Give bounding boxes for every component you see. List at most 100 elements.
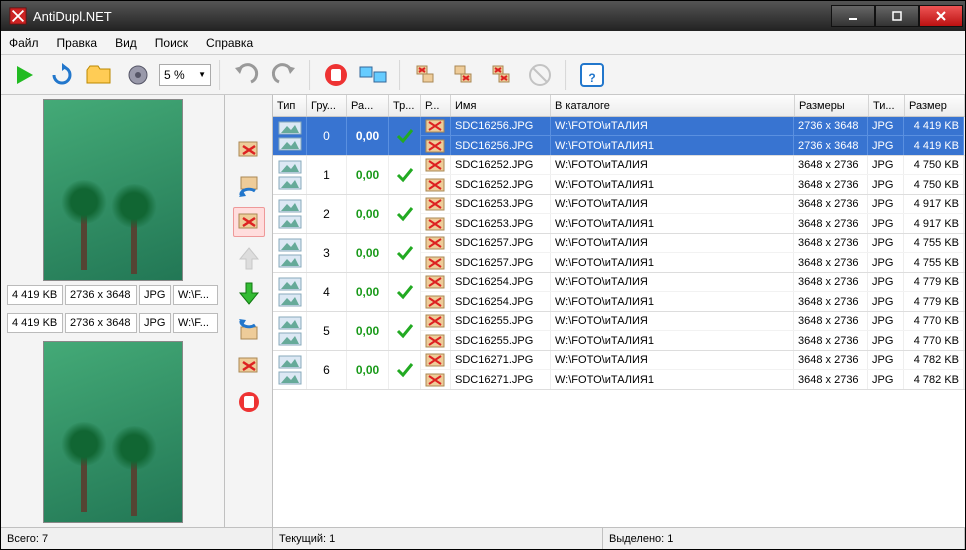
table-row[interactable]: 6 0,00 SDC16271.JPG W:\FOTO\иТАЛИЯ 3648 … — [273, 351, 965, 390]
check-icon — [389, 312, 421, 350]
table-row[interactable]: 2 0,00 SDC16253.JPG W:\FOTO\иТАЛИЯ 3648 … — [273, 195, 965, 234]
stop-button[interactable] — [319, 58, 353, 92]
toolbar-separator — [219, 60, 221, 90]
col-tr[interactable]: Тр... — [389, 95, 421, 116]
compare-button[interactable] — [357, 58, 391, 92]
titlebar[interactable]: AntiDupl.NET — [1, 1, 965, 31]
rename-first-icon[interactable] — [233, 171, 265, 201]
cell-dims: 3648 x 2736 — [794, 156, 868, 174]
arrow-up-icon[interactable] — [233, 243, 265, 273]
cell-folder: W:\FOTO\иТАЛИЯ — [551, 312, 794, 330]
thumb-icon — [421, 175, 451, 194]
col-group[interactable]: Гру... — [307, 95, 347, 116]
preview-image-bottom[interactable] — [43, 341, 183, 523]
maximize-button[interactable] — [875, 5, 919, 27]
table-row[interactable]: 0 0,00 SDC16256.JPG W:\FOTO\иТАЛИЯ 2736 … — [273, 117, 965, 156]
status-total: Всего: 7 — [1, 528, 273, 549]
thumb-icon — [421, 136, 451, 155]
delete-both-button[interactable] — [485, 58, 519, 92]
cell-name: SDC16255.JPG — [451, 331, 551, 350]
cell-name: SDC16256.JPG — [451, 136, 551, 155]
arrow-down-icon[interactable] — [233, 279, 265, 309]
refresh-button[interactable] — [45, 58, 79, 92]
settings-button[interactable] — [121, 58, 155, 92]
delete-first-button[interactable] — [409, 58, 443, 92]
stop-action-icon[interactable] — [233, 387, 265, 417]
delete-both-icon[interactable] — [233, 207, 265, 237]
delete-first-icon[interactable] — [233, 135, 265, 165]
toolbar-separator — [399, 60, 401, 90]
grid-header: Тип Гру... Ра... Тр... Р... Имя В катало… — [273, 95, 965, 117]
cell-name: SDC16257.JPG — [451, 234, 551, 252]
cell-diff: 0,00 — [347, 351, 389, 389]
cell-name: SDC16253.JPG — [451, 195, 551, 213]
threshold-combo[interactable]: 5 %▼ — [159, 64, 211, 86]
table-row[interactable]: 4 0,00 SDC16254.JPG W:\FOTO\иТАЛИЯ 3648 … — [273, 273, 965, 312]
cell-size: 4 770 KB — [904, 312, 964, 330]
cell-size: 4 782 KB — [904, 351, 964, 369]
cell-diff: 0,00 — [347, 117, 389, 155]
undo-button[interactable] — [229, 58, 263, 92]
menu-help[interactable]: Справка — [206, 36, 253, 50]
rename-second-icon[interactable] — [233, 315, 265, 345]
menu-file[interactable]: Файл — [9, 36, 39, 50]
menu-view[interactable]: Вид — [115, 36, 137, 50]
help-button[interactable]: ? — [575, 58, 609, 92]
cell-size: 4 779 KB — [904, 273, 964, 291]
minimize-button[interactable] — [831, 5, 875, 27]
thumb-icon — [421, 195, 451, 213]
table-row[interactable]: 5 0,00 SDC16255.JPG W:\FOTO\иТАЛИЯ 3648 … — [273, 312, 965, 351]
redo-button[interactable] — [267, 58, 301, 92]
cell-diff: 0,00 — [347, 234, 389, 272]
row-items: SDC16256.JPG W:\FOTO\иТАЛИЯ 2736 x 3648 … — [421, 117, 965, 155]
top-type: JPG — [139, 285, 171, 305]
menu-search[interactable]: Поиск — [155, 36, 188, 50]
col-r[interactable]: Р... — [421, 95, 451, 116]
open-folder-button[interactable] — [83, 58, 117, 92]
statusbar: Всего: 7 Текущий: 1 Выделено: 1 — [1, 527, 965, 549]
col-type[interactable]: Тип — [273, 95, 307, 116]
cell-type: JPG — [868, 117, 904, 135]
thumb-icon — [421, 234, 451, 252]
bottom-type: JPG — [139, 313, 171, 333]
app-icon — [9, 7, 27, 25]
mistake-button[interactable] — [523, 58, 557, 92]
cell-group: 2 — [307, 195, 347, 233]
cell-diff: 0,00 — [347, 156, 389, 194]
cell-group: 1 — [307, 156, 347, 194]
cell-type: JPG — [868, 312, 904, 330]
app-window: AntiDupl.NET Файл Правка Вид Поиск Справ… — [0, 0, 966, 550]
col-ftype[interactable]: Ти... — [869, 95, 905, 116]
check-icon — [389, 117, 421, 155]
cell-folder: W:\FOTO\иТАЛИЯ1 — [551, 331, 794, 350]
cell-size: 4 750 KB — [904, 156, 964, 174]
cell-group: 6 — [307, 351, 347, 389]
close-button[interactable] — [919, 5, 963, 27]
cell-dims: 2736 x 3648 — [794, 117, 868, 135]
toolbar-separator — [565, 60, 567, 90]
col-fsize[interactable]: Размер — [905, 95, 965, 116]
type-icon — [273, 117, 307, 155]
cell-name: SDC16252.JPG — [451, 175, 551, 194]
menu-edit[interactable]: Правка — [57, 36, 98, 50]
table-row[interactable]: 3 0,00 SDC16257.JPG W:\FOTO\иТАЛИЯ 3648 … — [273, 234, 965, 273]
table-row[interactable]: 1 0,00 SDC16252.JPG W:\FOTO\иТАЛИЯ 3648 … — [273, 156, 965, 195]
col-dims[interactable]: Размеры — [795, 95, 869, 116]
grid-body[interactable]: 0 0,00 SDC16256.JPG W:\FOTO\иТАЛИЯ 2736 … — [273, 117, 965, 527]
col-name[interactable]: Имя — [451, 95, 551, 116]
delete-second-icon[interactable] — [233, 351, 265, 381]
cell-name: SDC16271.JPG — [451, 370, 551, 389]
play-button[interactable] — [7, 58, 41, 92]
cell-folder: W:\FOTO\иТАЛИЯ1 — [551, 175, 794, 194]
thumb-icon — [421, 351, 451, 369]
bottom-dims: 2736 x 3648 — [65, 313, 137, 333]
cell-dims: 3648 x 2736 — [794, 331, 868, 350]
cell-dims: 2736 x 3648 — [794, 136, 868, 155]
col-folder[interactable]: В каталоге — [551, 95, 795, 116]
delete-second-button[interactable] — [447, 58, 481, 92]
cell-group: 5 — [307, 312, 347, 350]
row-items: SDC16252.JPG W:\FOTO\иТАЛИЯ 3648 x 2736 … — [421, 156, 965, 194]
top-dims: 2736 x 3648 — [65, 285, 137, 305]
col-diff[interactable]: Ра... — [347, 95, 389, 116]
preview-image-top[interactable] — [43, 99, 183, 281]
